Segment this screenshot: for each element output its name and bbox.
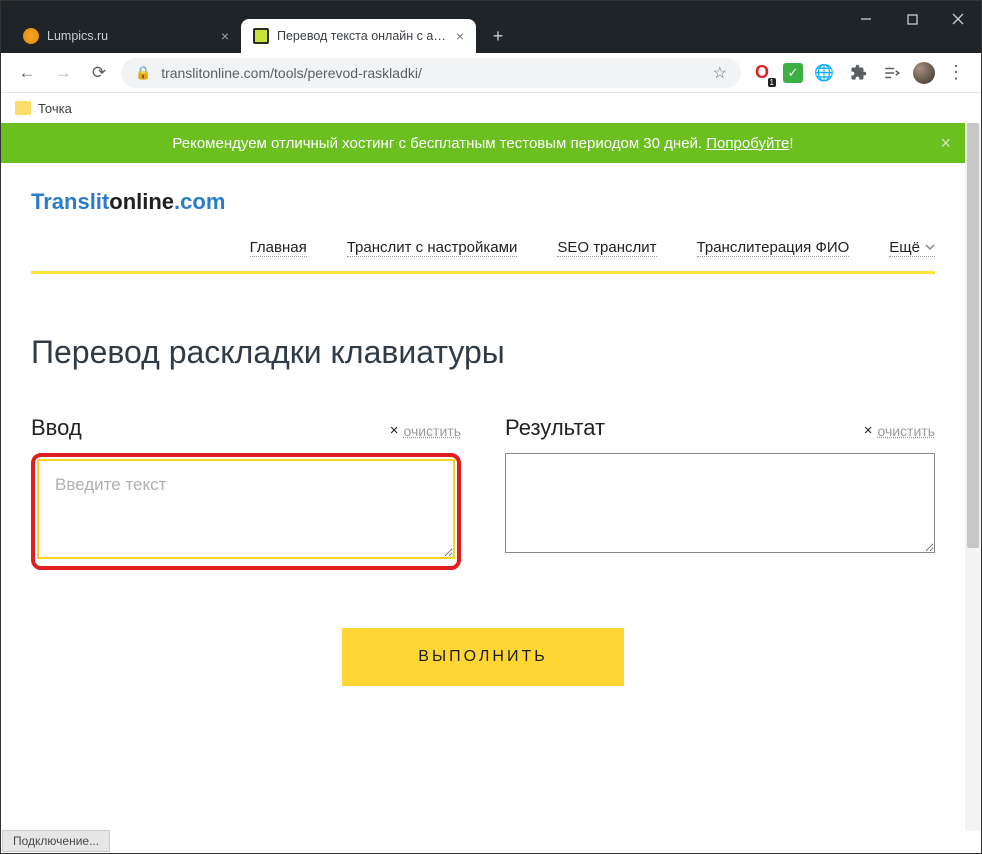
banner-text: Рекомендуем отличный хостинг с бесплатны… xyxy=(172,135,793,152)
result-panel: Результат × очистить xyxy=(505,415,935,570)
ext-check-icon[interactable]: ✓ xyxy=(783,63,803,83)
close-tab-icon[interactable]: × xyxy=(456,28,464,44)
tab-title: Перевод текста онлайн с англи xyxy=(277,29,450,43)
tab-lumpics[interactable]: Lumpics.ru × xyxy=(11,19,241,53)
ext-opera-icon[interactable]: O1 xyxy=(749,60,775,86)
folder-icon xyxy=(15,101,31,115)
tab-translit[interactable]: Перевод текста онлайн с англи × xyxy=(241,19,476,53)
url-text: translitonline.com/tools/perevod-rasklad… xyxy=(161,65,422,81)
url-bar[interactable]: 🔒 translitonline.com/tools/perevod-raskl… xyxy=(121,58,741,88)
forward-button[interactable]: → xyxy=(49,59,77,87)
page-viewport: Рекомендуем отличный хостинг с бесплатны… xyxy=(1,123,981,831)
chevron-down-icon xyxy=(925,242,935,252)
input-panel: Ввод × очистить xyxy=(31,415,461,570)
minimize-button[interactable] xyxy=(843,1,889,37)
nav-home[interactable]: Главная xyxy=(250,239,307,257)
ext-globe-icon[interactable]: 🌐 xyxy=(811,60,837,86)
reload-button[interactable]: ⟳ xyxy=(85,59,113,87)
input-highlight xyxy=(31,453,461,570)
close-tab-icon[interactable]: × xyxy=(221,28,229,44)
tab-strip: Lumpics.ru × Перевод текста онлайн с анг… xyxy=(1,13,981,53)
nav-more[interactable]: Ещё xyxy=(889,239,935,257)
site-logo[interactable]: Translitonline.com xyxy=(31,189,935,215)
nav-fio[interactable]: Транслитерация ФИО xyxy=(697,239,850,257)
execute-button[interactable]: ВЫПОЛНИТЬ xyxy=(342,628,623,686)
favicon-icon xyxy=(253,28,269,44)
page-title: Перевод раскладки клавиатуры xyxy=(31,334,935,371)
scrollbar-track[interactable] xyxy=(965,123,981,831)
input-textarea[interactable] xyxy=(37,459,455,559)
lock-icon: 🔒 xyxy=(135,65,151,81)
clear-input-button[interactable]: × очистить xyxy=(390,422,461,439)
banner-link[interactable]: Попробуйте xyxy=(706,135,789,152)
window-titlebar xyxy=(1,1,981,13)
maximize-button[interactable] xyxy=(889,1,935,37)
address-bar-row: ← → ⟳ 🔒 translitonline.com/tools/perevod… xyxy=(1,53,981,93)
result-textarea[interactable] xyxy=(505,453,935,553)
bookmarks-bar: Точка xyxy=(1,93,981,123)
back-button[interactable]: ← xyxy=(13,59,41,87)
result-title: Результат xyxy=(505,415,605,441)
close-icon: × xyxy=(390,422,399,439)
promo-banner: Рекомендуем отличный хостинг с бесплатны… xyxy=(1,123,965,163)
window-controls xyxy=(843,1,981,37)
bookmark-item[interactable]: Точка xyxy=(38,101,72,116)
profile-avatar[interactable] xyxy=(913,62,935,84)
close-window-button[interactable] xyxy=(935,1,981,37)
close-icon: × xyxy=(864,422,873,439)
menu-button[interactable]: ⋮ xyxy=(943,60,969,86)
new-tab-button[interactable]: + xyxy=(484,22,512,50)
divider xyxy=(31,271,935,274)
clear-result-button[interactable]: × очистить xyxy=(864,422,935,439)
extensions-icon[interactable] xyxy=(845,60,871,86)
nav-settings[interactable]: Транслит с настройками xyxy=(347,239,518,257)
bookmark-star-icon[interactable]: ☆ xyxy=(713,63,727,83)
status-bar: Подключение... xyxy=(2,830,110,852)
scrollbar-thumb[interactable] xyxy=(967,123,979,548)
banner-close-icon[interactable]: × xyxy=(940,133,951,154)
site-nav: Главная Транслит с настройками SEO транс… xyxy=(31,239,935,267)
tab-title: Lumpics.ru xyxy=(47,29,215,43)
favicon-icon xyxy=(23,28,39,44)
nav-seo[interactable]: SEO транслит xyxy=(557,239,656,257)
panels: Ввод × очистить Результат × xyxy=(31,415,935,570)
input-title: Ввод xyxy=(31,415,82,441)
reading-list-icon[interactable] xyxy=(879,60,905,86)
